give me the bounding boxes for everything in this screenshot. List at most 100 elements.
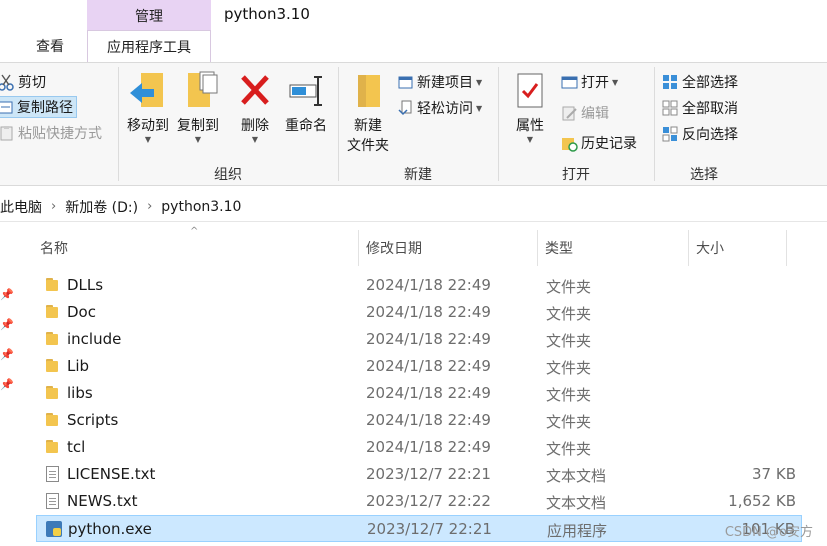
file-modified-date: 2024/1/18 22:49 xyxy=(366,303,491,321)
tab-application-tools[interactable]: 应用程序工具 xyxy=(87,30,211,62)
breadcrumb-drive-d[interactable]: 新加卷 (D:) xyxy=(65,197,138,217)
column-header-name[interactable]: 名称 xyxy=(40,222,68,272)
tab-view[interactable]: 查看 xyxy=(36,36,64,56)
paste-shortcut-button[interactable]: 粘贴快捷方式 xyxy=(0,122,102,144)
address-bar[interactable]: 此电脑 › 新加卷 (D:) › python3.10 xyxy=(0,192,827,222)
column-header-size[interactable]: 大小 xyxy=(696,222,724,272)
file-type: 文件夹 xyxy=(546,440,592,458)
breadcrumb-this-pc[interactable]: 此电脑 xyxy=(0,197,42,217)
file-row[interactable]: Lib 2024/1/18 22:49 文件夹 xyxy=(36,353,802,380)
history-button[interactable]: 历史记录 xyxy=(561,132,637,154)
breadcrumb-chevron-icon[interactable]: › xyxy=(51,199,56,214)
select-none-button[interactable]: 全部取消 xyxy=(662,97,738,119)
copy-to-label: 复制到 xyxy=(177,118,219,134)
group-label-open: 打开 xyxy=(562,167,590,183)
edit-label: 编辑 xyxy=(581,106,609,122)
file-modified-date: 2023/12/7 22:22 xyxy=(366,492,491,510)
folder-icon xyxy=(45,331,61,347)
column-divider[interactable] xyxy=(358,230,359,266)
file-name: DLLs xyxy=(67,276,104,294)
file-type: 文件夹 xyxy=(546,386,592,404)
file-row[interactable]: DLLs 2024/1/18 22:49 文件夹 xyxy=(36,272,802,299)
file-row[interactable]: LICENSE.txt 2023/12/7 22:21 文本文档 37 KB xyxy=(36,461,802,488)
watermark: CSDN @o安方 xyxy=(724,525,813,540)
open-label: 打开 xyxy=(581,75,609,91)
file-row[interactable]: libs 2024/1/18 22:49 文件夹 xyxy=(36,380,802,407)
delete-button[interactable]: 删除 ▼ xyxy=(234,71,276,144)
file-list: ^ 名称 修改日期 类型 大小 DLLs 2024/1/18 22:49 文件夹 Do… xyxy=(18,222,827,546)
file-row[interactable]: include 2024/1/18 22:49 文件夹 xyxy=(36,326,802,353)
folder-icon xyxy=(45,277,61,293)
file-row[interactable]: Doc 2024/1/18 22:49 文件夹 xyxy=(36,299,802,326)
new-folder-label-line2: 文件夹 xyxy=(347,138,389,154)
easy-access-icon xyxy=(397,100,414,117)
invert-selection-button[interactable]: 反向选择 xyxy=(662,123,738,145)
file-type: 文本文档 xyxy=(546,494,607,512)
easy-access-button[interactable]: 轻松访问 ▼ xyxy=(397,97,482,119)
text-document-icon xyxy=(46,466,59,482)
cut-label: 剪切 xyxy=(18,75,46,91)
file-type: 文件夹 xyxy=(546,278,592,296)
cut-button[interactable]: 剪切 xyxy=(0,71,46,93)
pin-icon[interactable]: 📌 xyxy=(0,378,14,391)
new-item-icon xyxy=(397,74,414,91)
file-row[interactable]: python.exe 2023/12/7 22:21 应用程序 101 KB xyxy=(36,515,802,542)
delete-x-icon xyxy=(235,71,275,111)
breadcrumb-python310[interactable]: python3.10 xyxy=(161,199,241,215)
select-all-button[interactable]: 全部选择 xyxy=(662,71,738,93)
column-divider[interactable] xyxy=(786,230,787,266)
edit-pencil-icon xyxy=(561,105,578,122)
file-row[interactable]: tcl 2024/1/18 22:49 文件夹 xyxy=(36,434,802,461)
copy-to-button[interactable]: 复制到 ▼ xyxy=(173,71,223,144)
sort-ascending-icon: ^ xyxy=(190,226,199,237)
file-name: Scripts xyxy=(67,411,119,429)
ribbon: 剪切 复制路径 粘贴快捷方式 移动到 ▼ 复制到 ▼ 删除 ▼ 重命名 组织 新… xyxy=(0,62,827,186)
file-modified-date: 2024/1/18 22:49 xyxy=(366,357,491,375)
copy-path-button[interactable]: 复制路径 xyxy=(0,96,77,118)
file-name: Doc xyxy=(67,303,96,321)
pin-icon[interactable]: 📌 xyxy=(0,318,14,331)
move-to-button[interactable]: 移动到 ▼ xyxy=(122,71,174,144)
rename-button[interactable]: 重命名 xyxy=(282,71,330,135)
delete-label: 删除 xyxy=(241,118,269,134)
column-divider[interactable] xyxy=(688,230,689,266)
scissors-icon xyxy=(0,74,15,91)
folder-icon xyxy=(45,304,61,320)
window-title: python3.10 xyxy=(224,5,310,23)
file-row[interactable]: NEWS.txt 2023/12/7 22:22 文本文档 1,652 KB xyxy=(36,488,802,515)
file-name: libs xyxy=(67,384,93,402)
group-label-new: 新建 xyxy=(404,167,432,183)
properties-label: 属性 xyxy=(516,118,544,134)
navigation-pane: 📌 📌 📌 📌 xyxy=(0,222,18,546)
breadcrumb-chevron-icon[interactable]: › xyxy=(147,199,152,214)
title-tab-bar: 管理 python3.10 查看 应用程序工具 xyxy=(0,0,827,62)
folder-icon xyxy=(45,439,61,455)
context-tab-group-manage: 管理 xyxy=(87,0,211,32)
file-row[interactable]: Scripts 2024/1/18 22:49 文件夹 xyxy=(36,407,802,434)
file-modified-date: 2024/1/18 22:49 xyxy=(366,438,491,456)
open-icon xyxy=(561,74,578,91)
edit-button[interactable]: 编辑 xyxy=(561,102,609,124)
column-header-type[interactable]: 类型 xyxy=(545,222,573,272)
new-item-button[interactable]: 新建项目 ▼ xyxy=(397,71,482,93)
folder-icon xyxy=(45,385,61,401)
open-button[interactable]: 打开 ▼ xyxy=(561,71,618,93)
new-folder-label-line1: 新建 xyxy=(354,118,382,134)
paste-shortcut-label: 粘贴快捷方式 xyxy=(18,126,102,142)
copy-to-icon xyxy=(178,71,218,111)
properties-button[interactable]: 属性 ▼ xyxy=(506,71,554,144)
select-none-icon xyxy=(662,100,679,117)
invert-selection-icon xyxy=(662,126,679,143)
copy-path-icon xyxy=(0,99,14,116)
pin-icon[interactable]: 📌 xyxy=(0,288,14,301)
properties-icon xyxy=(510,71,550,111)
column-divider[interactable] xyxy=(537,230,538,266)
file-name: Lib xyxy=(67,357,90,375)
new-folder-button[interactable]: 新建 文件夹 xyxy=(342,71,394,155)
file-size: 37 KB xyxy=(752,465,796,483)
paste-shortcut-icon xyxy=(0,125,15,142)
pin-icon[interactable]: 📌 xyxy=(0,348,14,361)
column-header-date[interactable]: 修改日期 xyxy=(366,222,422,272)
new-item-label: 新建项目 xyxy=(417,75,473,91)
file-name: tcl xyxy=(67,438,86,456)
